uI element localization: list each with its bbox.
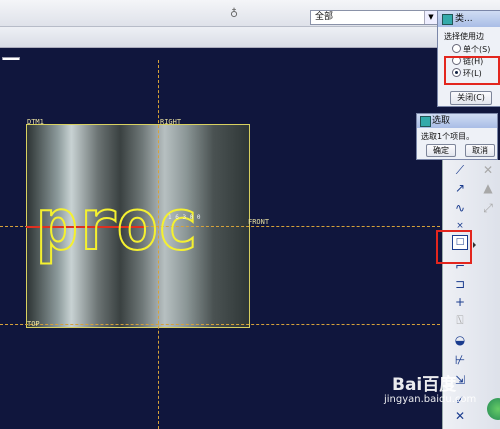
spline-icon[interactable]: ∿ <box>451 200 469 216</box>
chevron-down-icon[interactable]: ▼ <box>424 11 437 24</box>
select-message: 选取1个项目。 <box>421 132 475 141</box>
type-dialog-prompt: 选择使用边 <box>444 32 484 41</box>
dialog-icon <box>442 14 453 25</box>
baidu-url: jingyan.baidu.com <box>384 394 477 405</box>
trim-tool-icon[interactable]: ✕ <box>479 162 497 178</box>
dimension-icon[interactable]: ⤢ <box>479 200 497 216</box>
triangle-tool-icon[interactable]: ▲ <box>479 180 497 196</box>
cancel-button[interactable]: 取消 <box>465 144 495 157</box>
datum-label-dtm1: DTM1 <box>27 118 44 126</box>
filter-value: 全部 <box>315 12 334 22</box>
select-dialog-title-text: 选取 <box>432 116 451 126</box>
datum-label-top: TOP <box>27 320 40 328</box>
highlight-use-edge <box>436 230 472 264</box>
filter-dropdown[interactable]: 全部 ▼ <box>310 10 438 25</box>
sketch-text-proc[interactable]: proc <box>35 189 200 261</box>
option-single-label: 单个(S) <box>463 45 491 54</box>
gauge-icon[interactable]: ♁ <box>230 7 240 23</box>
type-dialog-title: 类... <box>438 11 500 27</box>
flyout-arrow-icon[interactable] <box>473 242 476 248</box>
secondary-toolbar: ▾ <box>0 27 500 71</box>
datum-label-right: RIGHT <box>160 118 182 126</box>
done-icon[interactable]: ✕ <box>451 408 469 424</box>
dimension-label[interactable]: 1 6 3 0 0 <box>168 214 201 221</box>
select-dialog: 选取 选取1个项目。 确定 取消 <box>416 113 498 160</box>
palette-icon[interactable]: ◒ <box>451 332 469 348</box>
angle-line-icon[interactable]: ↗ <box>451 180 469 196</box>
radio-icon[interactable] <box>452 44 461 53</box>
select-dialog-title: 选取 <box>417 114 497 128</box>
main-toolbar: ♁ 全部 ▼ <box>0 0 500 27</box>
ok-button[interactable]: 确定 <box>426 144 456 157</box>
text-tool-icon[interactable]: ⍂ <box>451 312 469 328</box>
type-dialog-title-text: 类... <box>455 14 473 24</box>
constraint-icon[interactable]: ⊬ <box>451 352 469 368</box>
highlight-loop-option <box>444 56 500 85</box>
option-single[interactable]: 单个(S) <box>452 44 490 55</box>
fillet-icon[interactable]: ⊐ <box>451 276 469 292</box>
close-button[interactable]: 关闭(C) <box>450 91 492 105</box>
dialog-icon <box>420 116 431 127</box>
baidu-watermark: Bai百度 <box>392 375 457 395</box>
datum-plane-top <box>0 324 440 325</box>
datum-label-front: FRONT <box>248 218 270 226</box>
line-tool-icon[interactable]: ⟋ <box>451 162 469 178</box>
axis-icon[interactable]: + <box>451 294 469 310</box>
